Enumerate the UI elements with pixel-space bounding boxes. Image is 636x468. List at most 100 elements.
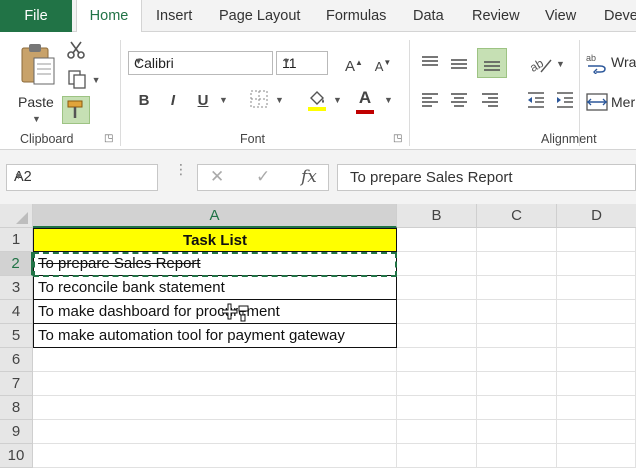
tab-view[interactable]: View: [545, 0, 576, 32]
column-header-a[interactable]: A: [33, 204, 397, 228]
cell[interactable]: [477, 228, 557, 252]
confirm-entry-icon[interactable]: ✓: [256, 167, 270, 187]
task-cell-a2[interactable]: To prepare Sales Report: [33, 252, 397, 276]
format-painter-button[interactable]: [62, 96, 90, 124]
cell[interactable]: [397, 228, 477, 252]
cell[interactable]: [477, 444, 557, 468]
paste-button[interactable]: Paste ▼: [14, 40, 58, 124]
row-header[interactable]: 4: [0, 300, 33, 324]
merge-center-button[interactable]: Mer: [586, 90, 636, 116]
formula-bar-grip-icon[interactable]: ⋮: [174, 162, 188, 176]
chevron-down-icon[interactable]: ▼: [333, 95, 342, 105]
decrease-indent-button[interactable]: [526, 90, 548, 112]
cell[interactable]: [557, 252, 636, 276]
chevron-down-icon[interactable]: ▼: [219, 95, 228, 105]
cell[interactable]: [397, 372, 477, 396]
font-color-button[interactable]: A: [354, 87, 376, 114]
chevron-down-icon[interactable]: ▼: [384, 95, 393, 105]
cell[interactable]: [33, 420, 397, 444]
cell[interactable]: [33, 372, 397, 396]
cell[interactable]: [477, 396, 557, 420]
cell[interactable]: [477, 276, 557, 300]
cell[interactable]: [477, 300, 557, 324]
cell[interactable]: [477, 348, 557, 372]
fill-color-button[interactable]: [304, 88, 330, 119]
cell[interactable]: [397, 252, 477, 276]
row-header[interactable]: 3: [0, 276, 33, 300]
copy-button[interactable]: ▼: [64, 68, 104, 91]
task-list-header[interactable]: Task List: [33, 228, 397, 252]
cell[interactable]: [397, 300, 477, 324]
cut-button[interactable]: [64, 40, 88, 67]
task-cell-a4[interactable]: To make dashboard for procurement: [33, 300, 397, 324]
row-header[interactable]: 9: [0, 420, 33, 444]
tab-data[interactable]: Data: [413, 0, 444, 32]
cell[interactable]: [477, 252, 557, 276]
cell[interactable]: [397, 420, 477, 444]
align-left-button[interactable]: [420, 90, 442, 112]
row-header[interactable]: 1: [0, 228, 33, 252]
tab-insert[interactable]: Insert: [156, 0, 192, 32]
cell[interactable]: [557, 276, 636, 300]
cell[interactable]: [33, 444, 397, 468]
bold-button[interactable]: B: [134, 90, 154, 112]
row-header[interactable]: 6: [0, 348, 33, 372]
align-top-button[interactable]: [420, 54, 442, 76]
borders-button[interactable]: [248, 90, 270, 115]
cell[interactable]: [33, 348, 397, 372]
insert-function-icon[interactable]: fx: [301, 167, 317, 187]
row-header[interactable]: 8: [0, 396, 33, 420]
row-header[interactable]: 2: [0, 252, 33, 276]
chevron-down-icon[interactable]: ▼: [14, 171, 151, 181]
chevron-down-icon[interactable]: ▼: [275, 95, 284, 105]
select-all-corner[interactable]: [0, 204, 33, 228]
font-name-dropdown[interactable]: Calibri ▼: [128, 51, 273, 75]
tab-review[interactable]: Review: [472, 0, 520, 32]
decrease-font-size-button[interactable]: A▼: [373, 52, 393, 78]
tab-file[interactable]: File: [0, 0, 72, 32]
cell[interactable]: [397, 324, 477, 348]
chevron-down-icon[interactable]: ▼: [556, 59, 565, 69]
cell[interactable]: [557, 372, 636, 396]
cell[interactable]: [557, 348, 636, 372]
align-center-button[interactable]: [449, 90, 471, 112]
cell[interactable]: [477, 420, 557, 444]
cell[interactable]: [397, 348, 477, 372]
tab-formulas[interactable]: Formulas: [326, 0, 386, 32]
cell[interactable]: [557, 228, 636, 252]
column-header-b[interactable]: B: [397, 204, 477, 228]
column-header-c[interactable]: C: [477, 204, 557, 228]
italic-button[interactable]: I: [163, 90, 183, 112]
dialog-launcher-icon[interactable]: ◳: [393, 133, 402, 144]
formula-input[interactable]: To prepare Sales Report: [337, 164, 636, 191]
tab-page-layout[interactable]: Page Layout: [219, 0, 300, 32]
font-size-dropdown[interactable]: 11 ▼: [276, 51, 328, 75]
align-bottom-button[interactable]: [477, 48, 507, 78]
wrap-text-button[interactable]: ab Wra: [586, 50, 636, 76]
task-cell-a5[interactable]: To make automation tool for payment gate…: [33, 324, 397, 348]
cell[interactable]: [557, 420, 636, 444]
cell[interactable]: [477, 372, 557, 396]
cell[interactable]: [557, 444, 636, 468]
dialog-launcher-icon[interactable]: ◳: [104, 133, 113, 144]
task-cell-a3[interactable]: To reconcile bank statement: [33, 276, 397, 300]
row-header[interactable]: 5: [0, 324, 33, 348]
underline-button[interactable]: U: [193, 90, 213, 112]
cell[interactable]: [33, 396, 397, 420]
cell[interactable]: [397, 276, 477, 300]
align-middle-button[interactable]: [449, 54, 471, 76]
tab-home[interactable]: Home: [76, 0, 142, 33]
cell[interactable]: [557, 396, 636, 420]
row-header[interactable]: 7: [0, 372, 33, 396]
cell[interactable]: [397, 444, 477, 468]
cell[interactable]: [397, 396, 477, 420]
column-header-d[interactable]: D: [557, 204, 636, 228]
tab-developer[interactable]: Deve: [604, 0, 636, 32]
cancel-entry-icon[interactable]: ✕: [210, 167, 224, 187]
orientation-button[interactable]: ab: [527, 52, 553, 76]
cell[interactable]: [477, 324, 557, 348]
increase-indent-button[interactable]: [555, 90, 577, 112]
align-right-button[interactable]: [480, 90, 502, 112]
increase-font-size-button[interactable]: A▲: [344, 52, 364, 78]
cell[interactable]: [557, 300, 636, 324]
